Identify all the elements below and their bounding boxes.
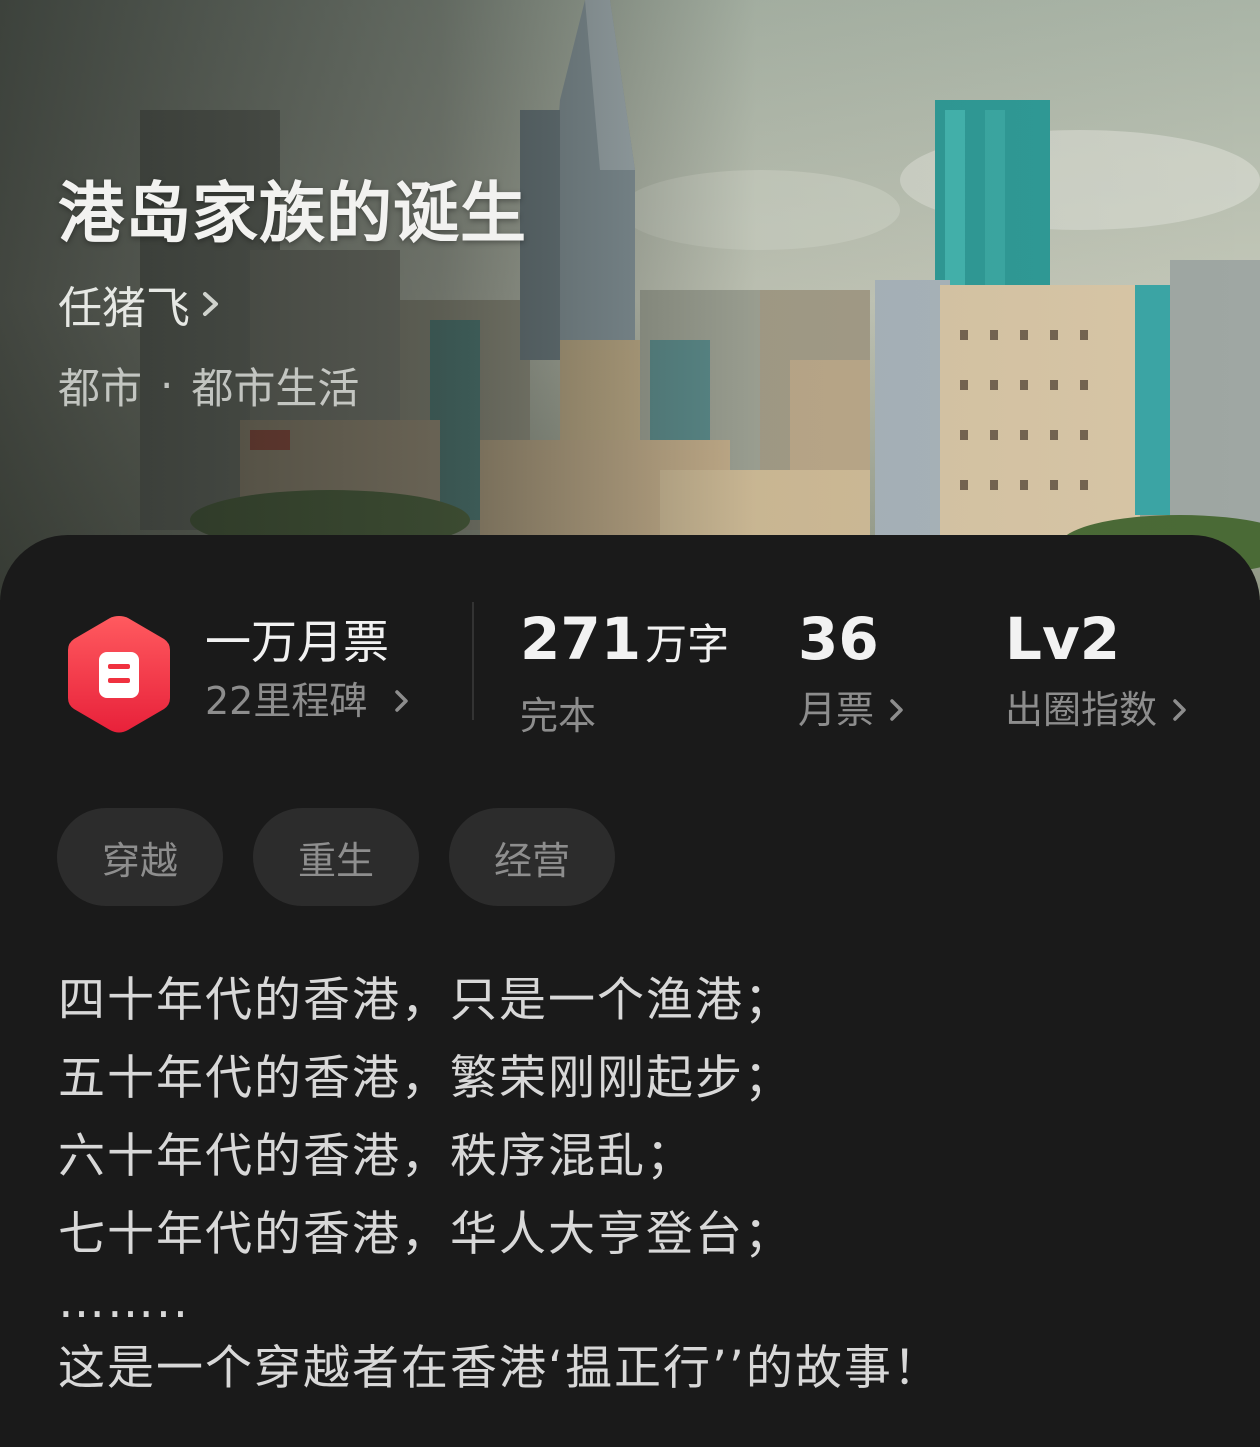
monthly-tickets-value: 36	[798, 605, 879, 673]
tag-list: 穿越 重生 经营	[57, 808, 615, 906]
author-name: 任猪飞	[58, 283, 190, 334]
level-value: Lv2	[1005, 605, 1121, 673]
description-line: 六十年代的香港，秩序混乱；	[58, 1129, 695, 1184]
monthly-tickets-label: 月票	[798, 688, 875, 732]
description-line: 这是一个穿越者在香港‘揾正行’’的故事！	[58, 1341, 942, 1396]
description-line: ……..	[58, 1274, 190, 1329]
milestones-label: 22里程碑	[205, 679, 368, 723]
ticket-tier-label: 一万月票	[205, 615, 389, 669]
influence-index-stat[interactable]: Lv2 出圈指数	[1005, 604, 1189, 746]
tag-chip[interactable]: 重生	[253, 808, 419, 906]
book-title: 港岛家族的诞生	[58, 174, 527, 252]
tag-chip[interactable]: 经营	[449, 808, 615, 906]
genre-main[interactable]: 都市	[58, 355, 142, 416]
description-line: 四十年代的香港，只是一个渔港；	[58, 973, 793, 1028]
stats-divider	[472, 602, 474, 720]
chevron-right-icon	[890, 699, 903, 721]
genre-line: 都市 · 都市生活	[58, 355, 359, 416]
monthly-tickets-stat[interactable]: 36 月票	[798, 604, 906, 746]
chevron-right-icon	[203, 292, 218, 316]
status-label: 完本	[520, 694, 597, 738]
ticket-badge-icon[interactable]	[64, 612, 174, 736]
monthly-ticket-tier[interactable]: 一万月票 22里程碑	[205, 612, 411, 730]
genre-separator: ·	[160, 361, 174, 410]
book-description[interactable]: 四十年代的香港，只是一个渔港； 五十年代的香港，繁荣刚刚起步； 六十年代的香港，…	[58, 962, 1208, 1408]
chevron-right-icon	[1173, 699, 1186, 721]
genre-sub[interactable]: 都市生活	[191, 355, 359, 416]
influence-index-label: 出圈指数	[1005, 688, 1158, 732]
chevron-right-icon	[395, 690, 409, 712]
description-line: 五十年代的香港，繁荣刚刚起步；	[58, 1051, 793, 1106]
word-count-stat: 271万字 完本	[520, 604, 729, 752]
description-line: 七十年代的香港，华人大亨登台；	[58, 1207, 793, 1262]
tag-chip[interactable]: 穿越	[57, 808, 223, 906]
word-count-unit: 万字	[645, 620, 730, 669]
word-count-value: 271	[520, 605, 642, 673]
author-link[interactable]: 任猪飞	[58, 272, 222, 336]
